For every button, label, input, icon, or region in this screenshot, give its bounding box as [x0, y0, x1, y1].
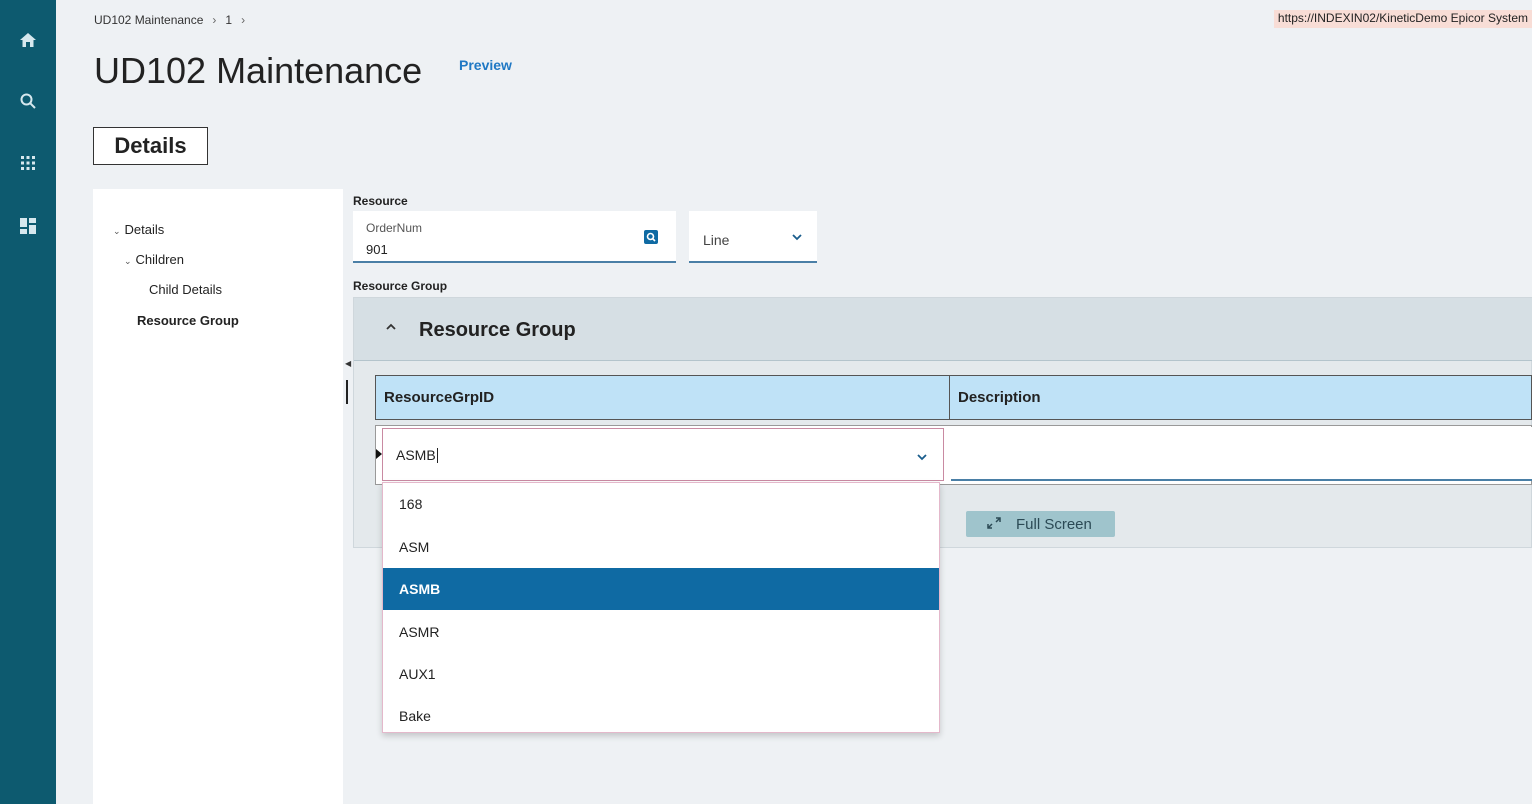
tree-item-label: Details: [124, 222, 165, 237]
chevron-down-icon: ⌄: [113, 226, 121, 236]
tree-panel: ⌄ Details ⌄ Children Child Details Resourc…: [93, 189, 343, 804]
environment-url-banner: https://INDEXIN02/KineticDemo Epicor Sys…: [1273, 10, 1532, 28]
breadcrumb-item-ud102[interactable]: UD102 Maintenance: [94, 13, 203, 27]
dropdown-option[interactable]: Bake: [383, 695, 939, 737]
resourcegrpid-dropdown-list: 168 ASM ASMB ASMR AUX1 Bake: [382, 482, 940, 733]
column-header-resourcegrpid[interactable]: ResourceGrpID: [375, 375, 950, 420]
left-nav-rail: [0, 0, 56, 804]
dashboard-icon[interactable]: [0, 211, 56, 241]
expand-icon: [986, 516, 1002, 534]
resource-group-panel-header[interactable]: Resource Group: [354, 298, 1532, 361]
dropdown-option[interactable]: 168: [383, 483, 939, 525]
full-screen-button[interactable]: Full Screen: [966, 511, 1115, 537]
chevron-down-icon: [791, 229, 803, 247]
text-cursor: [436, 448, 438, 463]
breadcrumb-separator: ›: [241, 13, 246, 27]
tree-item-child-details[interactable]: Child Details: [149, 282, 222, 297]
collapse-panel-icon[interactable]: ◀: [345, 359, 351, 368]
apps-grid-icon[interactable]: [0, 148, 56, 178]
lookup-search-icon[interactable]: [643, 229, 661, 247]
details-button[interactable]: Details: [93, 127, 208, 165]
tree-item-details[interactable]: ⌄ Details: [113, 222, 164, 237]
dropdown-option[interactable]: ASMR: [383, 611, 939, 653]
tree-item-resource-group[interactable]: Resource Group: [137, 313, 239, 328]
tree-item-label: Children: [135, 252, 184, 267]
resourcegrpid-select[interactable]: ASMB: [382, 428, 944, 481]
ordernum-field[interactable]: OrderNum 901: [353, 211, 676, 263]
breadcrumb-item-1[interactable]: 1: [225, 13, 232, 27]
full-screen-label: Full Screen: [1016, 515, 1092, 533]
breadcrumb: UD102 Maintenance › 1 ›: [94, 13, 245, 27]
panel-splitter[interactable]: [346, 380, 348, 404]
page-title: UD102 Maintenance: [94, 50, 423, 91]
chevron-up-icon[interactable]: [384, 320, 398, 338]
ordernum-label: OrderNum: [366, 221, 423, 235]
preview-link[interactable]: Preview: [459, 57, 512, 73]
dropdown-option[interactable]: AUX1: [383, 653, 939, 695]
chevron-down-icon: ⌄: [124, 256, 132, 266]
resourcegrpid-value: ASMB: [396, 447, 438, 463]
resource-group-panel-title: Resource Group: [419, 319, 576, 341]
chevron-down-icon[interactable]: [916, 449, 928, 467]
ordernum-value[interactable]: 901: [366, 242, 388, 257]
line-select-value: Line: [703, 232, 730, 248]
breadcrumb-separator: ›: [212, 13, 217, 27]
description-input[interactable]: [951, 427, 1532, 481]
resource-group-section-label: Resource Group: [353, 279, 448, 293]
search-icon[interactable]: [0, 86, 56, 116]
resource-section-label: Resource: [353, 194, 408, 208]
resourcegrpid-text: ASMB: [396, 447, 436, 463]
dropdown-option-selected[interactable]: ASMB: [383, 568, 939, 610]
column-header-description[interactable]: Description: [949, 375, 1532, 420]
tree-item-children[interactable]: ⌄ Children: [124, 252, 184, 267]
dropdown-option[interactable]: ASM: [383, 526, 939, 568]
home-icon[interactable]: [0, 25, 56, 55]
line-select[interactable]: Line: [689, 211, 817, 263]
